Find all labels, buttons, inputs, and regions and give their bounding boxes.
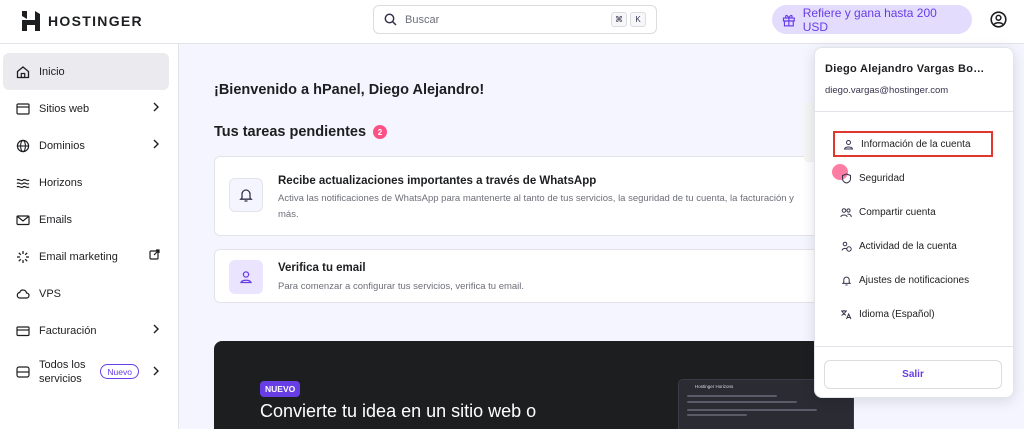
user-circle-icon bbox=[990, 11, 1007, 28]
cloud-icon bbox=[15, 286, 31, 302]
task-title: Verifica tu email bbox=[278, 262, 366, 274]
sidebar-item-sitios-web[interactable]: Sitios web bbox=[3, 90, 169, 127]
horizons-icon bbox=[15, 175, 31, 191]
sidebar-item-label: Sitios web bbox=[39, 102, 90, 115]
sidebar-item-label: Dominios bbox=[39, 139, 85, 152]
search-icon bbox=[384, 13, 397, 26]
sidebar-item-label: Inicio bbox=[39, 65, 65, 78]
sidebar-item-dominios[interactable]: Dominios bbox=[3, 127, 169, 164]
bell-icon bbox=[840, 274, 852, 286]
sidebar-item-label: Todos los servicios bbox=[39, 359, 86, 385]
sidebar: Inicio Sitios web Dominios Horizons Emai… bbox=[0, 44, 179, 429]
menu-item-label: Ajustes de notificaciones bbox=[859, 274, 970, 286]
account-name: Diego Alejandro Vargas Bo… bbox=[825, 63, 985, 75]
logout-button[interactable]: Salir bbox=[824, 360, 1002, 389]
logo[interactable]: HOSTINGER bbox=[22, 11, 143, 31]
search-input[interactable]: Buscar bbox=[405, 14, 608, 26]
chevron-right-icon bbox=[153, 139, 159, 149]
tasks-title: Tus tareas pendientes bbox=[214, 124, 367, 140]
account-avatar-button[interactable] bbox=[990, 11, 1007, 33]
promo-banner[interactable]: NUEVO Convierte tu idea en un sitio web … bbox=[214, 341, 854, 429]
menu-item-security[interactable]: Seguridad bbox=[833, 165, 993, 191]
card-icon bbox=[15, 323, 31, 339]
user-icon bbox=[229, 260, 263, 294]
gift-icon bbox=[782, 14, 795, 26]
page-title: ¡Bienvenido a hPanel, Diego Alejandro! bbox=[214, 82, 485, 98]
menu-item-notification-settings[interactable]: Ajustes de notificaciones bbox=[833, 267, 993, 293]
shortcut-key-cmd: ⌘ bbox=[611, 12, 627, 27]
browser-icon bbox=[15, 101, 31, 117]
menu-item-label: Compartir cuenta bbox=[859, 206, 936, 218]
top-bar: HOSTINGER Buscar ⌘ K Refiere y gana hast… bbox=[0, 0, 1024, 44]
sidebar-item-horizons[interactable]: Horizons bbox=[3, 164, 169, 201]
refer-button[interactable]: Refiere y gana hasta 200 USD bbox=[772, 5, 972, 34]
hostinger-logo-icon bbox=[22, 11, 40, 31]
logo-text: HOSTINGER bbox=[48, 13, 143, 29]
menu-item-account-info[interactable]: Información de la cuenta bbox=[833, 131, 993, 157]
task-title: Recibe actualizaciones importantes a tra… bbox=[278, 175, 597, 187]
home-icon bbox=[15, 64, 31, 80]
chevron-right-icon bbox=[153, 366, 159, 376]
sidebar-item-email-marketing[interactable]: Email marketing bbox=[3, 238, 169, 275]
sidebar-item-label: Horizons bbox=[39, 176, 83, 189]
task-card-verify-email[interactable]: Verifica tu email Para comenzar a config… bbox=[214, 249, 854, 303]
sparkle-icon bbox=[15, 249, 31, 265]
chevron-right-icon bbox=[153, 324, 159, 334]
task-card-whatsapp[interactable]: Recibe actualizaciones importantes a tra… bbox=[214, 156, 854, 236]
sidebar-item-inicio[interactable]: Inicio bbox=[3, 53, 169, 90]
users-icon bbox=[840, 206, 852, 218]
shield-icon bbox=[840, 172, 852, 184]
new-badge: Nuevo bbox=[100, 364, 139, 379]
shortcut-key-k: K bbox=[630, 12, 646, 27]
sidebar-item-label: Email marketing bbox=[39, 250, 118, 263]
services-icon bbox=[15, 364, 31, 380]
tasks-heading: Tus tareas pendientes 2 bbox=[214, 124, 388, 140]
divider bbox=[815, 346, 1013, 347]
sidebar-item-label: Facturación bbox=[39, 324, 97, 337]
account-email: diego.vargas@hostinger.com bbox=[825, 85, 949, 96]
mail-icon bbox=[15, 212, 31, 228]
divider bbox=[815, 111, 1013, 112]
menu-item-label: Seguridad bbox=[859, 172, 905, 184]
menu-item-account-activity[interactable]: Actividad de la cuenta bbox=[833, 233, 993, 259]
translate-icon bbox=[840, 308, 852, 320]
tasks-count-badge: 2 bbox=[373, 125, 388, 139]
refer-label: Refiere y gana hasta 200 USD bbox=[802, 5, 937, 34]
account-menu: Diego Alejandro Vargas Bo… diego.vargas@… bbox=[814, 47, 1014, 398]
external-link-icon bbox=[149, 249, 160, 260]
task-description: Para comenzar a configurar tus servicios… bbox=[278, 281, 525, 292]
sidebar-item-todos-los-servicios[interactable]: Todos los servicios Nuevo bbox=[3, 349, 169, 395]
task-description: Activa las notificaciones de WhatsApp pa… bbox=[278, 193, 794, 220]
sidebar-item-label: Emails bbox=[39, 213, 73, 226]
menu-item-share-account[interactable]: Compartir cuenta bbox=[833, 199, 993, 225]
preview-title: Hostinger Horizons bbox=[695, 384, 734, 389]
search-box[interactable]: Buscar ⌘ K bbox=[373, 5, 657, 34]
activity-icon bbox=[840, 240, 852, 252]
new-tag: NUEVO bbox=[260, 381, 301, 397]
sidebar-item-vps[interactable]: VPS bbox=[3, 275, 169, 312]
sidebar-item-label: VPS bbox=[39, 287, 62, 300]
user-icon bbox=[842, 138, 854, 150]
promo-title: Convierte tu idea en un sitio web o bbox=[260, 401, 537, 421]
menu-item-label: Actividad de la cuenta bbox=[859, 240, 957, 252]
menu-item-language[interactable]: Idioma (Español) bbox=[833, 301, 993, 327]
chevron-right-icon bbox=[153, 102, 159, 112]
menu-item-label: Idioma (Español) bbox=[859, 308, 935, 320]
globe-icon bbox=[15, 138, 31, 154]
bell-icon bbox=[229, 178, 263, 212]
menu-item-label: Información de la cuenta bbox=[861, 138, 971, 150]
sidebar-item-emails[interactable]: Emails bbox=[3, 201, 169, 238]
sidebar-item-facturacion[interactable]: Facturación bbox=[3, 312, 169, 349]
